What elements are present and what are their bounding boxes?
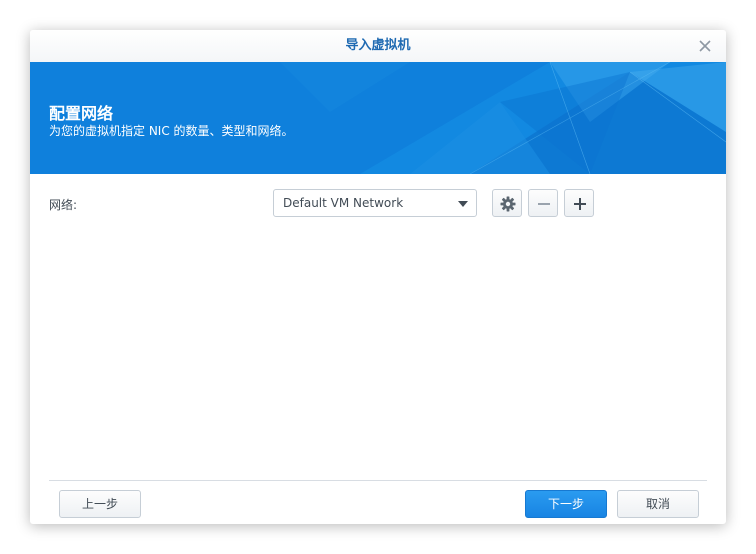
- next-button[interactable]: 下一步: [525, 490, 607, 518]
- window-title: 导入虚拟机: [345, 38, 411, 53]
- gear-icon: [500, 196, 516, 212]
- header-banner: 配置网络 为您的虚拟机指定 NIC 的数量、类型和网络。: [30, 62, 726, 174]
- remove-network-button[interactable]: [528, 189, 558, 217]
- network-settings-button[interactable]: [492, 189, 522, 217]
- import-vm-dialog: 导入虚拟机 配置网络 为您的虚拟机指定 NIC 的数量、类型和网络。 网络: D…: [30, 30, 726, 524]
- plus-icon: [574, 198, 586, 210]
- banner-subheading: 为您的虚拟机指定 NIC 的数量、类型和网络。: [49, 124, 294, 138]
- close-icon: [699, 40, 711, 52]
- footer-divider: [49, 480, 707, 481]
- previous-button[interactable]: 上一步: [59, 490, 141, 518]
- close-button[interactable]: [696, 37, 714, 55]
- banner-background: [30, 62, 726, 174]
- network-select[interactable]: Default VM Network: [273, 189, 477, 217]
- main-content: 网络: Default VM Network: [30, 174, 726, 480]
- cancel-button[interactable]: 取消: [617, 490, 699, 518]
- caret-down-icon: [458, 201, 468, 207]
- network-label: 网络:: [49, 198, 78, 212]
- banner-heading: 配置网络: [49, 104, 114, 123]
- add-network-button[interactable]: [564, 189, 594, 217]
- title-bar: 导入虚拟机: [30, 30, 726, 62]
- minus-icon: [538, 203, 550, 205]
- network-select-value: Default VM Network: [283, 196, 404, 210]
